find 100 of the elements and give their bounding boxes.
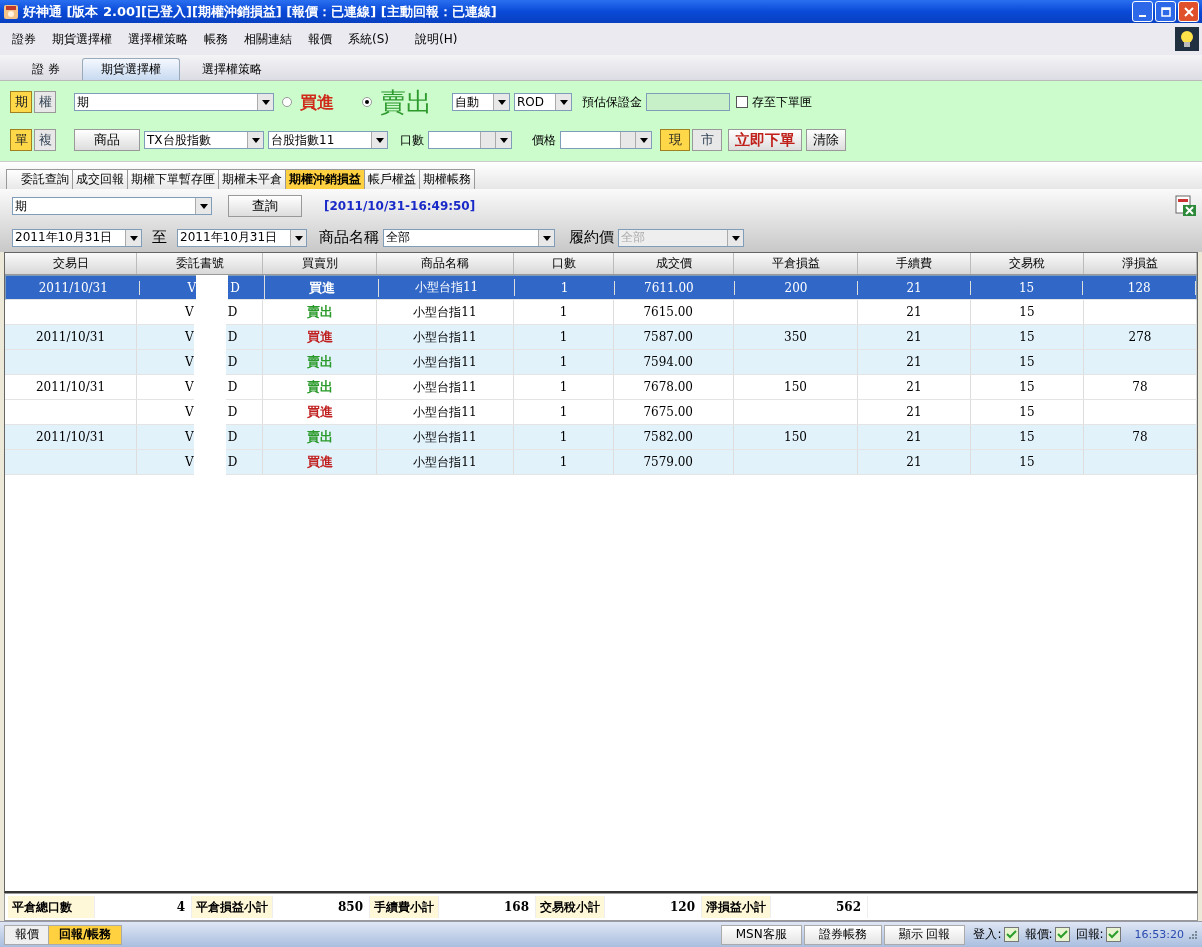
column-header[interactable]: 商品名稱	[377, 253, 514, 274]
menu-item[interactable]: 選擇權策略	[120, 30, 196, 48]
status-tab[interactable]: 報價	[4, 924, 50, 945]
product-dropdown[interactable]: TX台股指數	[144, 131, 264, 149]
minimize-button[interactable]	[1132, 1, 1153, 22]
type-dropdown[interactable]: 期	[12, 197, 212, 215]
menu-item[interactable]: 證券	[4, 30, 44, 48]
price-field[interactable]	[560, 131, 652, 149]
table-row[interactable]: 2011/10/31 V D 買進 小型台指11 1 7611.00 200 21 15 128	[5, 275, 1197, 300]
date-from-picker[interactable]: 2011年10月31日	[12, 228, 142, 247]
table-row[interactable]: 2011/10/31 V D 賣出 小型台指11 1 7678.00 150 21 15 78	[5, 375, 1197, 400]
column-header[interactable]: 口數	[514, 253, 614, 274]
mode-toggle[interactable]: 複	[34, 129, 56, 151]
mode-toggle[interactable]: 單	[10, 129, 32, 151]
main-tab[interactable]: 期貨選擇權	[81, 58, 180, 80]
column-header[interactable]: 買賣別	[263, 253, 377, 274]
menu-item[interactable]: 報價	[300, 30, 340, 48]
table-cell: 15	[1019, 305, 1035, 319]
column-header[interactable]: 淨損益	[1084, 253, 1197, 274]
table-cell: 150	[784, 380, 807, 394]
type-toggle[interactable]: 期	[10, 91, 32, 113]
order-number-text: D	[230, 280, 240, 295]
product-name-dropdown[interactable]: 全部	[383, 228, 555, 247]
column-header[interactable]: 交易日	[5, 253, 137, 274]
table-cell: 7582.00	[643, 430, 693, 444]
export-icon[interactable]	[1174, 194, 1198, 218]
table-cell: 小型台指11	[413, 428, 477, 446]
column-header[interactable]: 委託書號	[137, 253, 263, 274]
table-cell: 小型台指11	[413, 303, 477, 321]
table-cell: 7594.00	[643, 355, 693, 369]
resize-grip-icon[interactable]	[1188, 929, 1198, 940]
clear-button[interactable]: 清除	[806, 129, 846, 151]
order-number-text: V	[185, 305, 194, 319]
sub-tab[interactable]: 委託查詢	[6, 169, 73, 189]
maximize-button[interactable]	[1155, 1, 1176, 22]
table-cell: 7611.00	[644, 280, 694, 295]
redaction-block	[196, 275, 229, 300]
month-dropdown[interactable]: 台股指數11	[268, 131, 388, 149]
column-header[interactable]: 平倉損益	[734, 253, 858, 274]
type-toggle[interactable]: 權	[34, 91, 56, 113]
status-button[interactable]: 顯示 回報	[883, 924, 966, 945]
query-button[interactable]: 查詢	[228, 195, 302, 217]
price-type-button[interactable]: 現	[660, 129, 690, 151]
sub-tab[interactable]: 期權帳務	[419, 169, 475, 189]
side-text: 買進	[308, 278, 335, 297]
table-cell: 1	[559, 305, 568, 319]
table-cell: 128	[1127, 280, 1151, 295]
date-to-picker[interactable]: 2011年10月31日	[177, 228, 307, 247]
to-label: 至	[152, 228, 167, 247]
menu-item[interactable]: 相關連結	[236, 30, 300, 48]
table-row[interactable]: V D 賣出 小型台指11 1 7615.00 21 15	[5, 300, 1197, 325]
table-cell: 15	[1019, 355, 1035, 369]
column-header[interactable]: 手續費	[858, 253, 971, 274]
close-icon	[1183, 6, 1194, 17]
table-row[interactable]: V D 賣出 小型台指11 1 7594.00 21 15	[5, 350, 1197, 375]
summary-label: 交易稅小計	[536, 896, 605, 918]
menu-item[interactable]: 帳務	[196, 30, 236, 48]
table-cell: 2011/10/31	[35, 330, 106, 344]
table-cell: 小型台指11	[413, 453, 477, 471]
table-cell: 21	[906, 380, 922, 394]
table-cell: 21	[906, 280, 922, 295]
menu-item[interactable]: 說明(H)	[407, 30, 466, 48]
side-text: 賣出	[306, 428, 333, 446]
menu-item[interactable]: 系統(S)	[340, 30, 397, 48]
time-in-force-dropdown[interactable]: ROD	[514, 93, 572, 111]
table-row[interactable]: V D 買進 小型台指11 1 7579.00 21 15	[5, 450, 1197, 475]
status-button[interactable]: MSN客服	[720, 924, 802, 945]
table-cell: 278	[1128, 330, 1152, 344]
table-cell: 1	[559, 355, 568, 369]
quantity-field[interactable]	[428, 131, 512, 149]
status-tab[interactable]: 回報/帳務	[48, 924, 123, 945]
close-button[interactable]	[1178, 1, 1199, 22]
table-cell: 21	[906, 355, 922, 369]
table-row[interactable]: V D 買進 小型台指11 1 7675.00 21 15	[5, 400, 1197, 425]
main-tab[interactable]: 證 券	[14, 58, 78, 80]
submit-order-button[interactable]: 立即下單	[728, 129, 802, 151]
table-cell: 7678.00	[643, 380, 693, 394]
price-label: 價格	[532, 131, 556, 149]
table-cell: 21	[906, 330, 922, 344]
save-checkbox[interactable]: 存至下單匣	[736, 93, 812, 111]
status-button[interactable]: 證券帳務	[803, 924, 882, 945]
column-header[interactable]: 交易稅	[971, 253, 1084, 274]
column-header[interactable]: 成交價	[614, 253, 734, 274]
lightbulb-icon[interactable]	[1175, 27, 1199, 51]
table-cell: 21	[906, 430, 922, 444]
table-row[interactable]: 2011/10/31 V D 賣出 小型台指11 1 7582.00 150 21 15 78	[5, 425, 1197, 450]
contract-dropdown[interactable]: 期	[74, 93, 274, 111]
table-cell: 小型台指11	[413, 328, 477, 346]
indicator-label: 登入:	[973, 926, 1002, 943]
summary-value: 562	[771, 896, 868, 918]
table-cell: 2011/10/31	[35, 380, 106, 394]
sub-tab[interactable]: 期權沖銷損益	[285, 169, 365, 189]
product-button[interactable]: 商品	[74, 129, 140, 151]
price-type-button[interactable]: 市	[692, 129, 722, 151]
table-row[interactable]: 2011/10/31 V D 買進 小型台指11 1 7587.00 350 21 15 278	[5, 325, 1197, 350]
menu-item[interactable]: 期貨選擇權	[44, 30, 120, 48]
main-tab[interactable]: 選擇權策略	[183, 58, 280, 80]
order-number-text: D	[227, 330, 238, 344]
side-radio[interactable]: 買進	[282, 90, 334, 114]
price-mode-dropdown[interactable]: 自動	[452, 93, 510, 111]
